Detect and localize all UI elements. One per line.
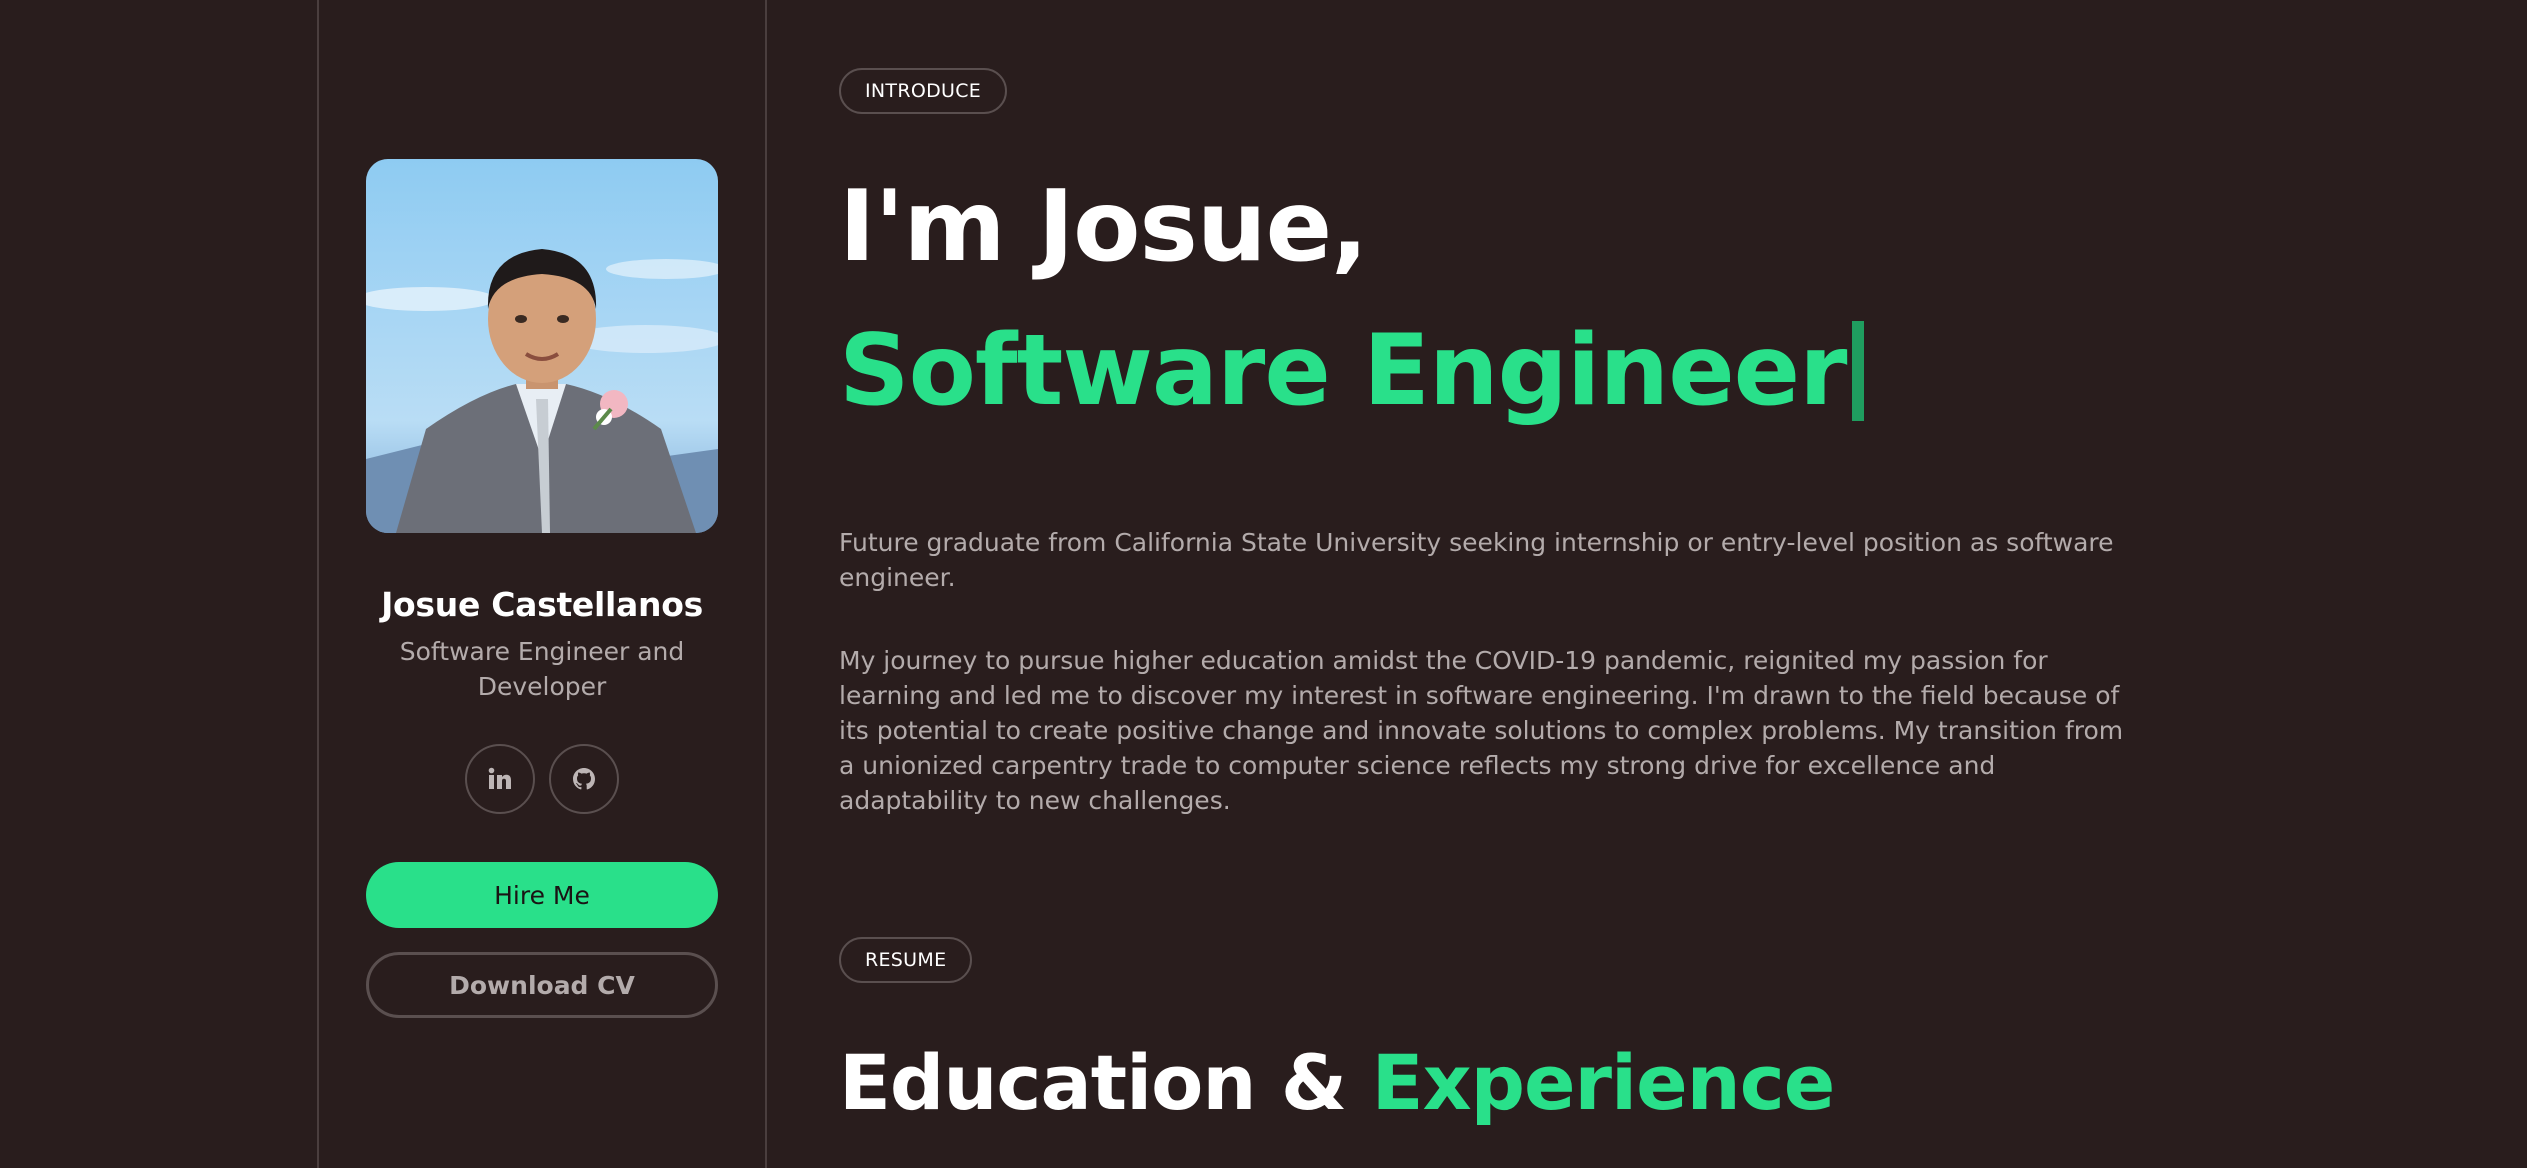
github-button[interactable] bbox=[549, 744, 619, 814]
portfolio-page: Josue Castellanos Software Engineer and … bbox=[0, 0, 2527, 1168]
profile-name: Josue Castellanos bbox=[381, 585, 703, 624]
right-divider bbox=[765, 0, 767, 1168]
typing-cursor bbox=[1852, 321, 1865, 421]
hero-greeting: I'm Josue, bbox=[839, 170, 1368, 284]
social-links bbox=[465, 744, 619, 814]
introduce-badge: INTRODUCE bbox=[839, 68, 1008, 114]
avatar bbox=[366, 159, 718, 533]
section-heading-white: Education & bbox=[839, 1038, 1372, 1127]
section-heading: Education & Experience bbox=[839, 1038, 1836, 1127]
profile-role: Software Engineer and Developer bbox=[399, 637, 685, 701]
resume-badge: RESUME bbox=[839, 937, 973, 983]
section-heading-green: Experience bbox=[1371, 1038, 1836, 1127]
intro-summary: Future graduate from California State Un… bbox=[839, 528, 2114, 592]
profile-sidebar: Josue Castellanos Software Engineer and … bbox=[366, 159, 718, 1018]
hero-title-text: Software Engineer bbox=[839, 314, 1847, 428]
linkedin-icon bbox=[488, 767, 511, 789]
download-cv-button[interactable]: Download CV bbox=[366, 952, 718, 1018]
intro-story: My journey to pursue higher education am… bbox=[839, 646, 2124, 815]
github-icon bbox=[573, 768, 595, 790]
hire-me-button[interactable]: Hire Me bbox=[366, 862, 718, 928]
profile-photo bbox=[366, 159, 718, 533]
hero-title: Software Engineer bbox=[839, 314, 1865, 428]
left-divider bbox=[317, 0, 319, 1168]
linkedin-button[interactable] bbox=[465, 744, 535, 814]
